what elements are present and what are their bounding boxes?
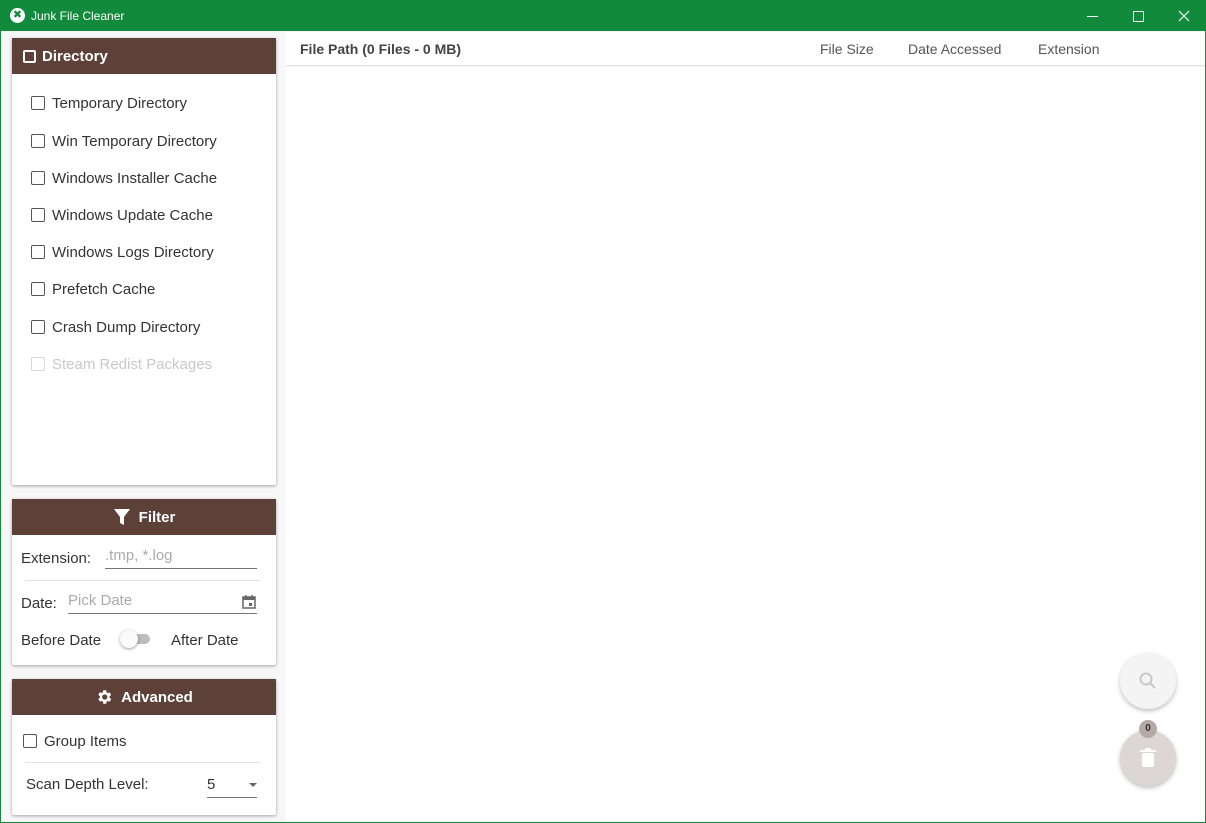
directory-item-installer-cache[interactable]: Windows Installer Cache [31,168,217,188]
directory-item-win-temporary[interactable]: Win Temporary Directory [31,131,217,151]
date-direction-toggle[interactable] [120,630,152,648]
directory-item-temporary[interactable]: Temporary Directory [31,93,187,113]
directory-item-logs[interactable]: Windows Logs Directory [31,242,214,262]
checkbox [31,357,45,371]
minimize-button[interactable] [1069,1,1115,31]
scan-depth-select[interactable]: 5 [207,776,257,798]
directory-item-label: Temporary Directory [52,94,188,112]
filter-panel-header: Filter [12,499,276,535]
directory-item-label: Win Temporary Directory [52,132,217,150]
scan-depth-value: 5 [207,776,216,793]
select-all-directories-checkbox[interactable] [23,49,36,63]
column-header-file-path[interactable]: File Path (0 Files - 0 MB) [300,41,461,57]
checkbox[interactable] [31,96,45,110]
chevron-down-icon [249,783,257,787]
filter-panel: Filter Extension: .tmp, *.log Date: Pick… [12,499,276,665]
file-list-header: File Path (0 Files - 0 MB) File Size Dat… [286,32,1205,66]
app-logo-icon: ✖ [10,8,25,23]
directory-item-label: Windows Update Cache [52,206,213,224]
before-date-label: Before Date [21,632,102,649]
app-window: ✖ Junk File Cleaner Directory Temporary … [0,0,1206,823]
column-header-file-size[interactable]: File Size [820,41,874,57]
directory-item-label: Prefetch Cache [52,280,156,298]
divider [25,580,261,581]
directory-item-steam-redist: Steam Redist Packages [31,354,212,374]
search-button[interactable] [1120,653,1176,709]
directory-item-prefetch[interactable]: Prefetch Cache [31,279,155,299]
file-list-area[interactable] [286,67,1205,822]
directory-item-label: Windows Installer Cache [52,169,218,187]
directory-item-label: Windows Logs Directory [52,243,214,261]
checkbox[interactable] [31,171,45,185]
maximize-icon [1132,10,1144,22]
advanced-panel-header: Advanced [12,679,276,715]
directory-item-update-cache[interactable]: Windows Update Cache [31,205,213,225]
title-bar[interactable]: ✖ Junk File Cleaner [1,1,1205,31]
delete-button[interactable] [1120,730,1176,786]
column-header-date-accessed[interactable]: Date Accessed [908,41,1001,57]
toggle-thumb [120,630,138,648]
scan-depth-label: Scan Depth Level: [26,776,149,793]
checkbox[interactable] [31,320,45,334]
extension-label: Extension: [21,550,92,567]
directory-item-crash-dump[interactable]: Crash Dump Directory [31,317,200,337]
date-placeholder: Pick Date [68,592,133,609]
search-icon [1139,672,1156,689]
group-items-option[interactable]: Group Items [23,731,127,751]
advanced-panel: Advanced Group Items Scan Depth Level: 5 [12,679,276,815]
after-date-label: After Date [171,632,239,649]
date-label: Date: [21,595,57,612]
delete-count-badge: 0 [1139,720,1157,738]
advanced-panel-title: Advanced [121,688,193,706]
checkbox[interactable] [31,282,45,296]
checkbox[interactable] [31,134,45,148]
window-title: Junk File Cleaner [31,9,125,23]
divider [25,762,261,763]
trash-icon [1140,748,1156,767]
extension-input[interactable]: .tmp, *.log [105,547,257,569]
checkbox[interactable] [31,245,45,259]
close-icon [1178,10,1190,22]
close-button[interactable] [1161,1,1206,31]
date-picker-input[interactable]: Pick Date [68,592,257,614]
directory-panel: Directory Temporary Directory Win Tempor… [12,38,276,485]
maximize-button[interactable] [1115,1,1161,31]
filter-icon [113,508,131,526]
minimize-icon [1086,15,1098,17]
column-header-extension[interactable]: Extension [1038,41,1099,57]
calendar-icon[interactable] [242,595,256,609]
checkbox[interactable] [31,208,45,222]
directory-item-label: Steam Redist Packages [52,355,213,373]
directory-panel-header[interactable]: Directory [12,38,276,74]
extension-placeholder: .tmp, *.log [105,547,173,564]
directory-panel-title: Directory [42,47,108,65]
directory-item-label: Crash Dump Directory [52,318,201,336]
group-items-label: Group Items [44,732,127,750]
group-items-checkbox[interactable] [23,734,37,748]
gear-icon [95,688,113,706]
filter-panel-title: Filter [138,508,176,526]
